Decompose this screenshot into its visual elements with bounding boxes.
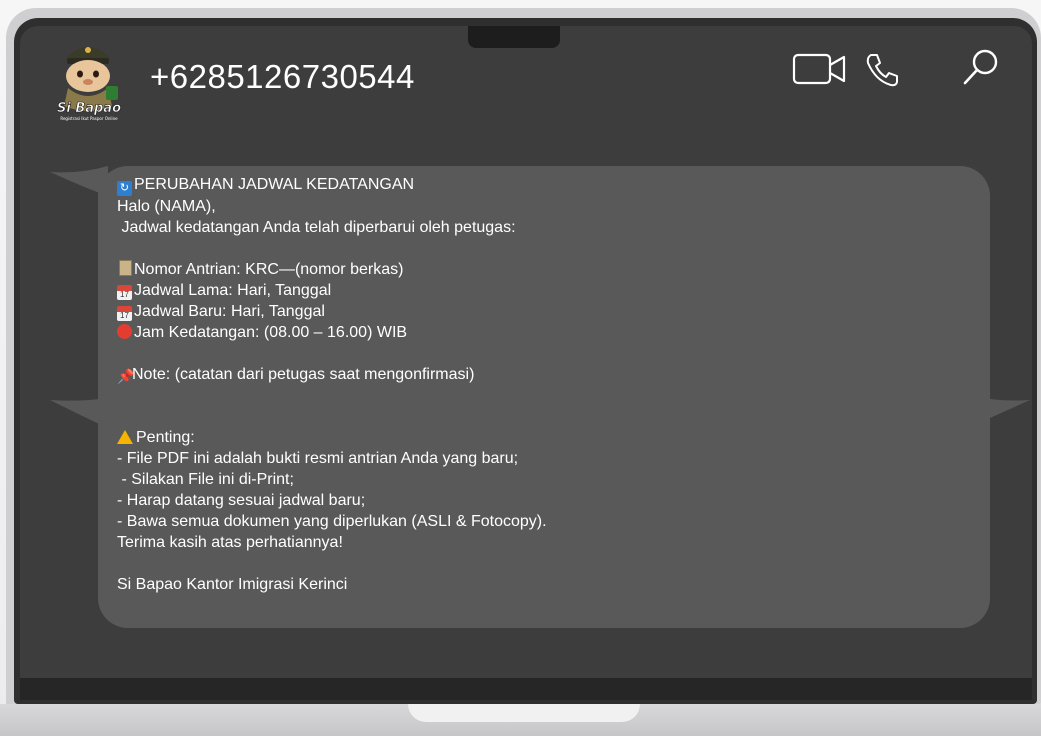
calendar-emoji-icon: 17	[117, 285, 132, 300]
new-schedule-line: 17 Jadwal Baru: Hari, Tanggal	[117, 301, 977, 322]
queue-number: Nomor Antrian: KRC—(nomor berkas)	[134, 261, 404, 278]
camera-notch	[468, 26, 560, 48]
avatar[interactable]: Si Bapao Registrasi Ikut Paspor Online	[50, 36, 128, 122]
arrival-time-line: Jam Kedatangan: (08.00 – 16.00) WIB	[117, 322, 977, 343]
pushpin-emoji-icon: 📌	[117, 368, 135, 384]
important-title: Penting:	[136, 429, 195, 446]
contact-name[interactable]: +6285126730544	[150, 58, 415, 96]
refresh-emoji-icon: ↻	[117, 181, 132, 196]
mascot-logo-icon: Si Bapao Registrasi Ikut Paspor Online	[57, 47, 121, 121]
thanks: Terima kasih atas perhatiannya!	[117, 534, 343, 551]
new-schedule: Jadwal Baru: Hari, Tanggal	[134, 303, 325, 320]
old-schedule: Jadwal Lama: Hari, Tanggal	[134, 282, 332, 299]
old-schedule-line: 17 Jadwal Lama: Hari, Tanggal	[117, 280, 977, 301]
screen-bottom-bar	[20, 678, 1032, 700]
svg-text:Registrasi Ikut Paspor Online: Registrasi Ikut Paspor Online	[60, 116, 118, 121]
message-text: ↻ PERUBAHAN JADWAL KEDATANGAN Halo (NAMA)…	[117, 174, 977, 595]
search-icon[interactable]	[960, 46, 1002, 88]
calendar-emoji-icon: 17	[117, 306, 132, 321]
svg-text:Si Bapao: Si Bapao	[57, 101, 121, 116]
important-line: Penting:	[117, 427, 977, 448]
bullet-item: - Silakan File ini di-Print;	[117, 471, 294, 488]
signature: Si Bapao Kantor Imigrasi Kerinci	[117, 576, 348, 593]
message-title: PERUBAHAN JADWAL KEDATANGAN	[134, 176, 415, 193]
note: Note: (catatan dari petugas saat mengonf…	[132, 366, 475, 383]
bullet-item: - Bawa semua dokumen yang diperlukan (AS…	[117, 513, 547, 530]
arrival-time: Jam Kedatangan: (08.00 – 16.00) WIB	[134, 324, 408, 341]
intro: Jadwal kedatangan Anda telah diperbarui …	[117, 219, 516, 236]
video-call-icon[interactable]	[792, 52, 848, 86]
bullet-item: - File PDF ini adalah bukti resmi antria…	[117, 450, 519, 467]
laptop-base-notch	[408, 704, 640, 722]
warning-emoji-icon	[117, 430, 133, 444]
phone-icon[interactable]	[862, 50, 902, 90]
queue-line: Nomor Antrian: KRC—(nomor berkas)	[117, 259, 977, 280]
note-line: 📌Note: (catatan dari petugas saat mengon…	[117, 364, 977, 385]
clipboard-emoji-icon	[119, 260, 132, 276]
message-title-line: ↻ PERUBAHAN JADWAL KEDATANGAN	[117, 174, 977, 196]
greeting: Halo (NAMA),	[117, 198, 216, 215]
bullet-item: - Harap datang sesuai jadwal baru;	[117, 492, 366, 509]
alarm-clock-emoji-icon	[117, 324, 132, 339]
